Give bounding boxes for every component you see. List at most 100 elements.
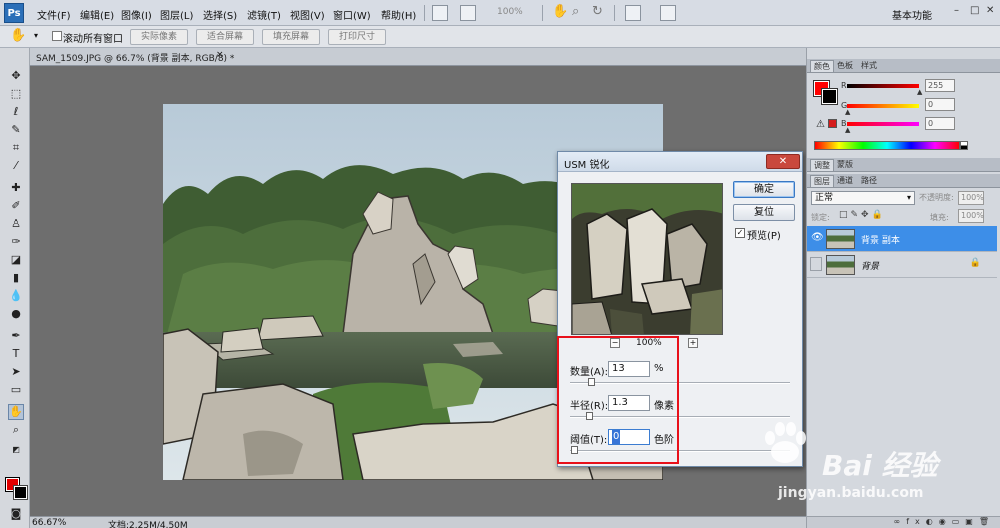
red-slider-marker[interactable]: ▲ (917, 88, 922, 96)
tab-swatches[interactable]: 色板 (834, 60, 856, 72)
hand-tool-icon[interactable]: ✋ (10, 28, 26, 43)
layer-action-icons[interactable]: ∞fx◐◉▭▣🗑 (894, 517, 995, 526)
blue-channel-value[interactable]: 0 (925, 117, 955, 130)
menu-image[interactable]: 图像(I) (121, 7, 152, 22)
close-document-icon[interactable]: × (216, 50, 224, 60)
status-bar: 66.67% 文档:2.25M/4.50M (30, 516, 806, 528)
shape-tool-icon[interactable]: ▭ (8, 382, 24, 398)
eraser-tool-icon[interactable]: ◪ (8, 252, 24, 268)
tab-channels[interactable]: 通道 (834, 175, 856, 187)
healing-brush-tool-icon[interactable]: ✚ (8, 180, 24, 196)
blur-tool-icon[interactable]: 💧 (8, 288, 24, 304)
view-extras-icon[interactable] (460, 5, 476, 21)
dialog-titlebar[interactable]: USM 锐化 ✕ (558, 152, 802, 172)
minimize-button[interactable]: – (954, 5, 959, 16)
tab-layers[interactable]: 图层 (810, 175, 834, 187)
arrange-documents-icon[interactable] (625, 5, 641, 21)
black-white-ramp[interactable] (960, 141, 968, 150)
menu-filter[interactable]: 滤镜(T) (247, 7, 281, 22)
close-button[interactable]: ✕ (986, 5, 994, 16)
gamut-warning-swatch[interactable] (828, 119, 837, 128)
baidu-paw-icon (765, 422, 806, 463)
move-tool-icon[interactable]: ✥ (8, 68, 24, 84)
tab-styles[interactable]: 样式 (858, 60, 880, 72)
type-tool-icon[interactable]: T (8, 346, 24, 362)
tab-masks[interactable]: 蒙版 (834, 159, 856, 171)
menu-edit[interactable]: 编辑(E) (80, 7, 114, 22)
quick-mask-icon[interactable]: ◙ (8, 506, 24, 522)
tab-adjustments[interactable]: 调整 (810, 159, 834, 171)
layer-row-background-copy[interactable]: 👁 背景 副本 (807, 226, 997, 252)
clone-stamp-tool-icon[interactable]: ♙ (8, 216, 24, 232)
tab-paths[interactable]: 路径 (858, 175, 880, 187)
visibility-toggle[interactable] (810, 257, 822, 271)
maximize-button[interactable]: □ (970, 5, 979, 16)
hand-icon[interactable]: ✋ (552, 4, 568, 19)
filter-preview[interactable] (571, 183, 723, 335)
toolbox: ✥ ⬚ ℓ ✎ ⌗ ⁄ ✚ ✐ ♙ ✑ ◪ ▮ 💧 ● ✒ T ➤ ▭ ✋ ⌕ … (0, 48, 30, 528)
color-spectrum-bar[interactable] (814, 141, 960, 150)
zoom-icon[interactable]: ⌕ (572, 4, 579, 19)
opacity-input[interactable]: 100% (958, 191, 984, 205)
panel-background-color[interactable] (821, 88, 838, 105)
zoom-tool-icon[interactable]: ⌕ (8, 422, 24, 438)
reset-button[interactable]: 复位 (733, 204, 795, 221)
fill-screen-button[interactable]: 填充屏幕 (262, 29, 320, 45)
blend-mode-select[interactable]: 正常 ▾ (811, 191, 915, 205)
green-channel-value[interactable]: 0 (925, 98, 955, 111)
dialog-close-button[interactable]: ✕ (766, 154, 800, 169)
scroll-all-windows-checkbox[interactable] (52, 31, 62, 41)
red-channel-slider[interactable] (847, 84, 919, 88)
bridge-icon[interactable] (432, 5, 448, 21)
opacity-label: 不透明度: (919, 193, 954, 202)
quick-selection-tool-icon[interactable]: ✎ (8, 122, 24, 138)
crop-tool-icon[interactable]: ⌗ (8, 140, 24, 156)
workspace-switcher[interactable]: 基本功能 (892, 7, 932, 22)
lock-icons[interactable]: □✎✥🔒 (839, 210, 886, 220)
fit-screen-button[interactable]: 适合屏幕 (196, 29, 254, 45)
status-zoom[interactable]: 66.67% (32, 518, 66, 528)
blue-slider-marker[interactable]: ▲ (845, 126, 850, 134)
dodge-tool-icon[interactable]: ● (8, 306, 24, 322)
tab-color[interactable]: 颜色 (810, 60, 834, 72)
menu-view[interactable]: 视图(V) (290, 7, 325, 22)
red-channel-value[interactable]: 255 (925, 79, 955, 92)
gamut-warning-icon[interactable]: ⚠ (816, 119, 825, 130)
preview-checkbox[interactable]: ✓ (735, 228, 745, 238)
ok-button[interactable]: 确定 (733, 181, 795, 198)
brush-tool-icon[interactable]: ✐ (8, 198, 24, 214)
menu-help[interactable]: 帮助(H) (381, 7, 416, 22)
eye-icon[interactable]: 👁 (811, 232, 824, 244)
background-color-swatch[interactable] (13, 485, 28, 500)
zoom-level-readout[interactable]: 100% (497, 7, 523, 17)
menu-file[interactable]: 文件(F) (37, 7, 71, 22)
actual-pixels-button[interactable]: 实际像素 (130, 29, 188, 45)
lasso-tool-icon[interactable]: ℓ (8, 104, 24, 120)
rotate-view-icon[interactable]: ↻ (592, 4, 603, 19)
print-size-button[interactable]: 打印尺寸 (328, 29, 386, 45)
blue-channel-slider[interactable] (847, 122, 919, 126)
default-colors-icon[interactable]: ◩ (8, 442, 24, 458)
layer-name[interactable]: 背景 (861, 259, 879, 272)
preview-label: 预览(P) (747, 231, 781, 242)
green-channel-slider[interactable] (847, 104, 919, 108)
layer-name[interactable]: 背景 副本 (861, 233, 900, 246)
marquee-tool-icon[interactable]: ⬚ (8, 86, 24, 102)
tool-preset-dropdown-icon[interactable]: ▾ (34, 31, 38, 40)
eyedropper-tool-icon[interactable]: ⁄ (8, 158, 24, 174)
hand-tool-icon[interactable]: ✋ (8, 404, 24, 420)
fill-input[interactable]: 100% (958, 209, 984, 223)
zoom-in-button[interactable]: + (688, 338, 698, 348)
pen-tool-icon[interactable]: ✒ (8, 328, 24, 344)
history-brush-tool-icon[interactable]: ✑ (8, 234, 24, 250)
document-tab[interactable]: SAM_1509.JPG @ 66.7% (背景 副本, RGB/8) * × (30, 48, 806, 66)
menu-select[interactable]: 选择(S) (203, 7, 237, 22)
lock-icon: 🔒 (969, 258, 981, 268)
green-slider-marker[interactable]: ▲ (845, 108, 850, 116)
gradient-tool-icon[interactable]: ▮ (8, 270, 24, 286)
layer-row-background[interactable]: 背景 🔒 (807, 252, 997, 278)
path-selection-tool-icon[interactable]: ➤ (8, 364, 24, 380)
menu-layer[interactable]: 图层(L) (160, 7, 193, 22)
menu-window[interactable]: 窗口(W) (333, 7, 371, 22)
screen-mode-icon[interactable] (660, 5, 676, 21)
